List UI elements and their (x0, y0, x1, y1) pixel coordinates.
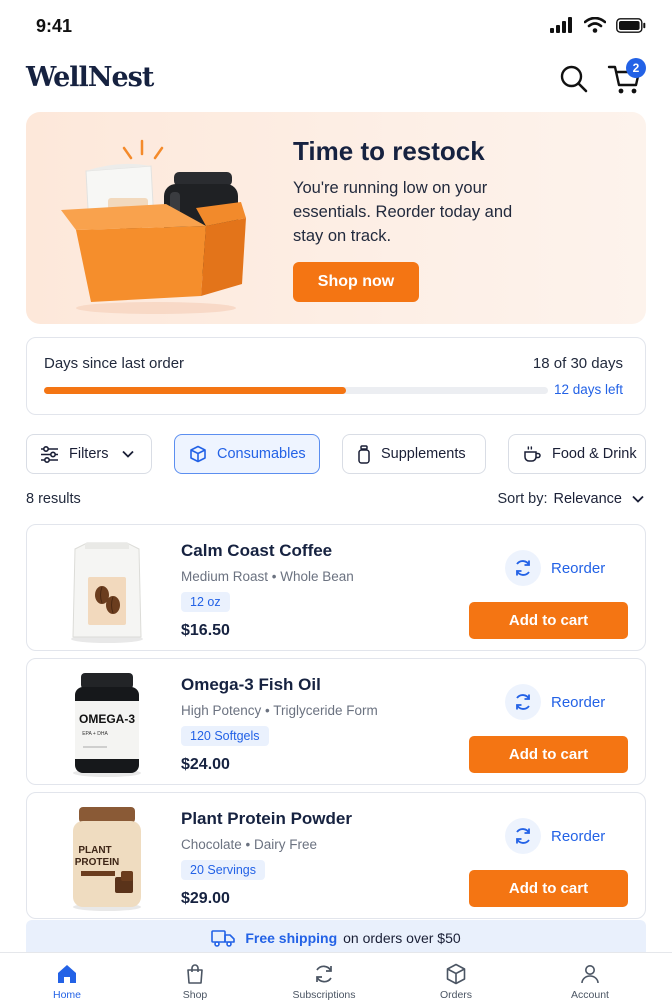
product-subtitle: Chocolate • Dairy Free (181, 837, 318, 852)
tab-subscriptions[interactable]: Subscriptions (269, 953, 379, 1008)
promo-text: You're running low on your essentials. R… (293, 179, 513, 245)
product-subtitle: Medium Roast • Whole Bean (181, 569, 354, 584)
protein-tub-image: PLANT PROTEIN (73, 807, 141, 911)
add-to-cart-button[interactable]: Add to cart (469, 870, 628, 907)
tab-label: Account (571, 989, 609, 1001)
truck-icon (211, 930, 236, 947)
brand-logo[interactable]: WellNest (26, 62, 154, 93)
reorder-label: Reorder (551, 827, 606, 845)
status-bar: 9:41 (0, 0, 672, 52)
product-price: $24.00 (181, 756, 230, 773)
status-icons (550, 17, 646, 33)
product-price: $16.50 (181, 622, 230, 639)
chip-label: Consumables (217, 446, 306, 462)
progress-fill (44, 387, 347, 394)
product-card[interactable]: Calm Coast Coffee Medium Roast • Whole B… (26, 524, 646, 651)
add-to-cart-button[interactable]: Add to cart (469, 736, 628, 773)
days-left-text: 12 days left (553, 382, 623, 397)
chip-supplements[interactable]: Supplements (342, 434, 486, 474)
product-name[interactable]: Calm Coast Coffee (181, 541, 332, 561)
status-time: 9:41 (36, 16, 73, 36)
coffee-cup-icon (524, 446, 541, 462)
cart-count-badge: 2 (626, 58, 646, 78)
reorder-button[interactable]: Reorder (505, 818, 605, 854)
cube-icon (190, 445, 206, 463)
box-icon (446, 963, 466, 985)
user-icon (581, 965, 599, 984)
product-name[interactable]: Omega-3 Fish Oil (181, 675, 321, 695)
free-shipping-banner: Free shipping on orders over $50 (26, 920, 646, 956)
reorder-label: Reorder (551, 559, 606, 577)
tab-label: Shop (182, 989, 208, 1001)
product-name[interactable]: Plant Protein Powder (181, 809, 352, 829)
restock-box-illustration (61, 139, 246, 314)
product-card[interactable]: OMEGA-3 EPA + DHA Omega-3 Fish Oil High … (26, 658, 646, 785)
tub-label-line1: PLANT (78, 845, 111, 856)
shop-now-button[interactable]: Shop now (293, 262, 419, 302)
restock-promo-banner: Time to restock You're running low on yo… (26, 112, 646, 324)
tab-shop[interactable]: Shop (140, 953, 250, 1008)
product-price: $29.00 (181, 890, 230, 907)
home-icon (58, 965, 76, 983)
refresh-icon (505, 550, 541, 586)
tab-home[interactable]: Home (12, 953, 122, 1008)
filters-label: Filters (69, 446, 109, 462)
bottle-icon (358, 444, 370, 464)
days-since-order-card: Days since last order 18 of 30 days 12 d… (26, 337, 646, 415)
bottle-label-sub: EPA + DHA (82, 731, 108, 737)
refresh-icon (505, 818, 541, 854)
reorder-button[interactable]: Reorder (505, 684, 605, 720)
tab-orders[interactable]: Orders (401, 953, 511, 1008)
chevron-down-icon (632, 495, 644, 503)
sort-label: Sort by: (497, 491, 548, 507)
promo-title: Time to restock (293, 136, 485, 166)
product-card[interactable]: PLANT PROTEIN Plant Protein Powder Choco… (26, 792, 646, 919)
refresh-icon (505, 684, 541, 720)
sliders-icon (41, 445, 58, 463)
sort-value: Relevance (553, 491, 622, 507)
chip-label: Supplements (381, 446, 466, 462)
reorder-label: Reorder (551, 693, 606, 711)
progress-track (44, 387, 548, 394)
filter-bar: Filters Consumables Supplements Food & D… (26, 434, 646, 474)
shipping-highlight: Free shipping (245, 930, 338, 946)
product-size-tag: 12 oz (181, 592, 230, 612)
shipping-text: on orders over $50 (343, 930, 461, 946)
tub-label-line2: PROTEIN (75, 857, 119, 868)
bottle-label-main: OMEGA-3 (79, 712, 135, 726)
tab-label: Subscriptions (292, 989, 356, 1001)
progress-label: Days since last order (44, 355, 185, 372)
bottom-tab-bar: Home Shop Subscriptions Orders Account (0, 952, 672, 1008)
wifi-icon (584, 17, 606, 33)
product-size-tag: 20 Servings (181, 860, 266, 880)
tab-account[interactable]: Account (535, 953, 645, 1008)
app-header: WellNest (0, 52, 672, 108)
add-to-cart-button[interactable]: Add to cart (469, 602, 628, 639)
battery-icon (616, 17, 646, 33)
filters-button[interactable]: Filters (26, 434, 152, 474)
product-subtitle: High Potency • Triglyceride Form (181, 703, 378, 718)
progress-count: 18 of 30 days (532, 355, 623, 372)
coffee-bag-image (71, 542, 143, 643)
results-count: 8 results (26, 491, 81, 507)
chip-consumables[interactable]: Consumables (174, 434, 320, 474)
bag-icon (187, 964, 203, 984)
reorder-button[interactable]: Reorder (505, 550, 605, 586)
fish-oil-bottle-image: OMEGA-3 EPA + DHA (73, 673, 141, 777)
tab-label: Home (52, 989, 81, 1001)
sort-dropdown[interactable]: Sort by: Relevance (498, 491, 644, 507)
search-icon[interactable] (557, 62, 591, 96)
chip-food-and-drink[interactable]: Food & Drink (508, 434, 646, 474)
tab-label: Orders (439, 989, 473, 1001)
signal-icon (550, 17, 572, 33)
chip-label: Food & Drink (552, 446, 637, 462)
refresh-icon (316, 965, 332, 983)
product-size-tag: 120 Softgels (181, 726, 269, 746)
chevron-down-icon (122, 450, 135, 458)
